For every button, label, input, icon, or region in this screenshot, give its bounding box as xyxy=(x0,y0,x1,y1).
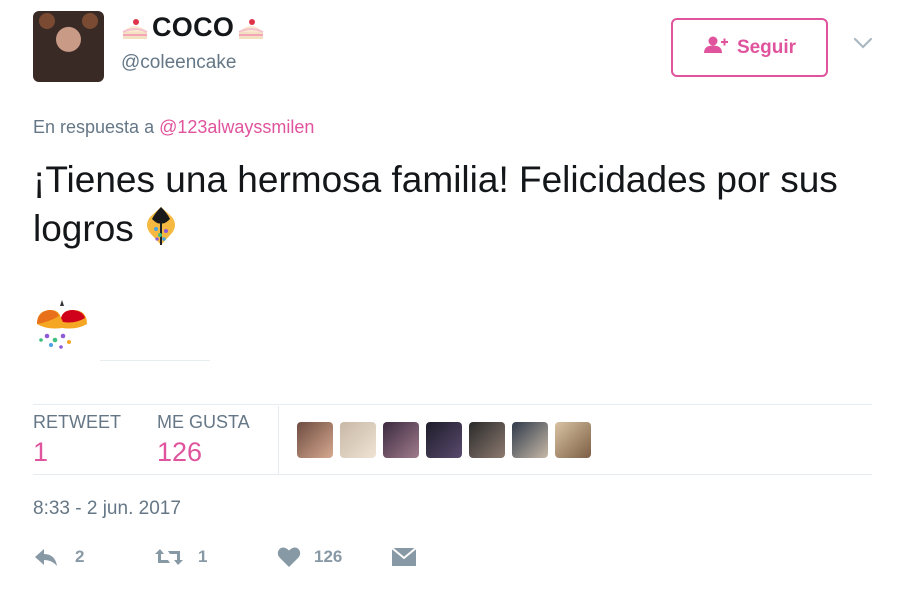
follow-button[interactable]: Seguir xyxy=(671,18,828,77)
heart-icon xyxy=(277,546,301,568)
liker-avatar[interactable] xyxy=(297,422,333,458)
author-name-row[interactable]: COCO xyxy=(120,10,266,44)
likers-avatars xyxy=(297,422,591,458)
liker-avatar[interactable] xyxy=(426,422,462,458)
liker-avatar[interactable] xyxy=(512,422,548,458)
chevron-down-icon[interactable] xyxy=(853,36,873,50)
add-user-icon xyxy=(703,36,729,60)
like-stat-label: ME GUSTA xyxy=(157,412,250,432)
retweet-action[interactable]: 1 xyxy=(154,547,277,567)
reply-count: 2 xyxy=(75,547,85,566)
liker-avatar[interactable] xyxy=(555,422,591,458)
media-placeholder-line xyxy=(100,360,210,361)
cake-slice-icon xyxy=(236,12,266,42)
reply-action[interactable]: 2 xyxy=(33,547,154,567)
stats-separator xyxy=(278,406,279,474)
divider xyxy=(33,404,872,405)
tweet-actions: 2 1 126 xyxy=(33,540,417,574)
like-action[interactable]: 126 xyxy=(277,546,391,568)
like-count: 126 xyxy=(314,547,343,566)
avatar[interactable] xyxy=(33,11,104,82)
reply-context: En respuesta a @123alwayssmilen xyxy=(33,117,314,138)
like-stat[interactable]: ME GUSTA 126 xyxy=(157,406,250,474)
direct-message-action[interactable] xyxy=(391,546,417,568)
liker-avatar[interactable] xyxy=(383,422,419,458)
divider xyxy=(33,474,872,475)
retweet-stat-count: 1 xyxy=(33,437,49,467)
reply-icon xyxy=(33,547,59,567)
display-name[interactable]: COCO xyxy=(152,12,234,43)
tweet-text: ¡Tienes una hermosa familia! Felicidades… xyxy=(33,156,883,252)
follow-button-label: Seguir xyxy=(736,36,797,58)
retweet-stat-label: RETWEET xyxy=(33,412,121,432)
confetti-ball-icon xyxy=(33,298,91,350)
tweet-timestamp[interactable]: 8:33 - 2 jun. 2017 xyxy=(33,498,181,520)
retweet-count: 1 xyxy=(198,547,208,566)
retweet-stat[interactable]: RETWEET 1 xyxy=(33,406,121,474)
like-stat-count: 126 xyxy=(157,437,203,467)
reply-mention-link[interactable]: @123alwayssmilen xyxy=(159,117,314,137)
liker-avatar[interactable] xyxy=(340,422,376,458)
envelope-icon xyxy=(391,546,417,568)
retweet-icon xyxy=(154,547,184,567)
reply-prefix: En respuesta a xyxy=(33,117,155,137)
tweet-stats: RETWEET 1 ME GUSTA 126 xyxy=(33,406,286,474)
party-popper-icon xyxy=(138,203,184,249)
cake-slice-icon xyxy=(120,12,150,42)
user-handle[interactable]: @coleencake xyxy=(121,52,236,74)
liker-avatar[interactable] xyxy=(469,422,505,458)
